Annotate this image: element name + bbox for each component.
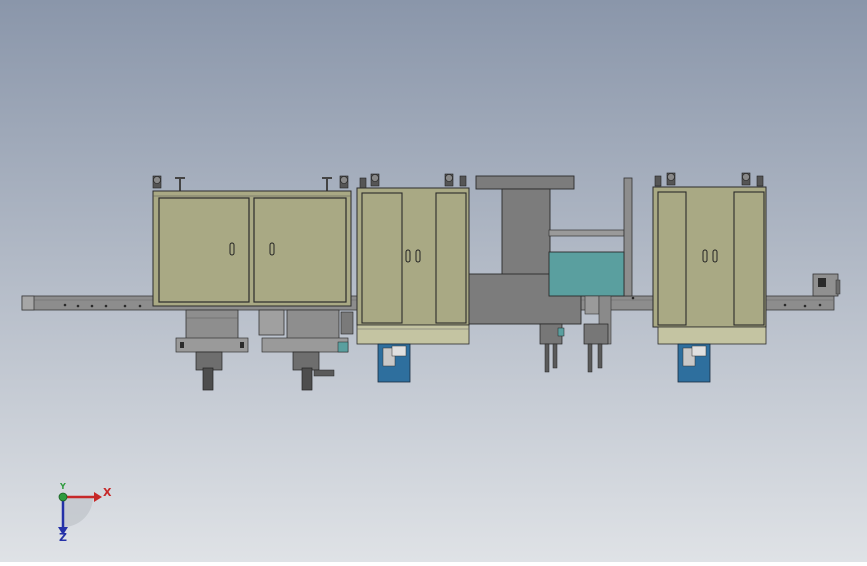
- cad-viewport[interactable]: X Y Z: [0, 0, 867, 562]
- z-axis-label: Z: [59, 531, 67, 544]
- y-axis-label: Y: [60, 482, 66, 491]
- cabinet-2: [356, 173, 470, 345]
- x-axis-label: X: [103, 486, 112, 499]
- y-axis-dot: [58, 492, 68, 502]
- cabinet-1: [152, 175, 352, 307]
- center-motor: [258, 309, 285, 336]
- end-drive-box: [812, 273, 841, 297]
- servo-motor-1: [377, 343, 411, 383]
- cabinet-3: [652, 172, 767, 345]
- assembly-drawing: [0, 0, 867, 562]
- servo-motor-2: [677, 343, 711, 383]
